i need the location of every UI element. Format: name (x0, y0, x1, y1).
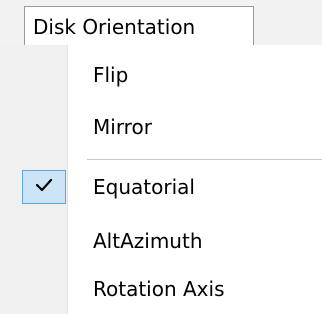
menu-item-rotation-axis[interactable]: Rotation Axis (0, 267, 322, 311)
menu-item-label: Rotation Axis (93, 277, 225, 301)
dropdown-menu: Flip Mirror Equatorial AltAzimuth Rotati… (0, 45, 322, 314)
menu-item-flip[interactable]: Flip (0, 53, 322, 97)
menu-item-label: Equatorial (93, 175, 195, 199)
menu-item-label: Flip (93, 63, 129, 87)
menu-item-label: AltAzimuth (93, 229, 203, 253)
checkmark-icon (35, 178, 53, 192)
menu-item-equatorial[interactable]: Equatorial (0, 165, 322, 209)
menu-item-altazimuth[interactable]: AltAzimuth (0, 219, 322, 263)
menu-bar: Disk Orientation (0, 0, 322, 47)
menu-item-label: Mirror (93, 115, 152, 139)
checked-indicator (22, 170, 66, 204)
menu-disk-orientation[interactable]: Disk Orientation (24, 6, 254, 46)
screenshot: Disk Orientation Flip Mirror Equatorial … (0, 0, 322, 314)
menu-item-mirror[interactable]: Mirror (0, 105, 322, 149)
menu-separator (87, 159, 322, 160)
